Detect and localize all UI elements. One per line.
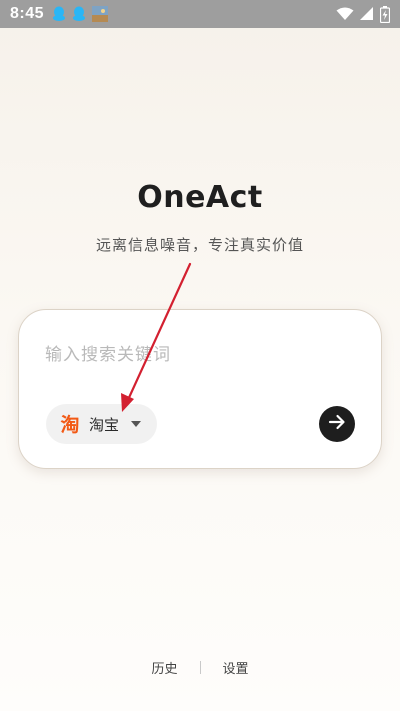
app-title: OneAct bbox=[137, 180, 263, 215]
footer-divider bbox=[199, 661, 201, 674]
search-engine-label: 淘宝 bbox=[89, 415, 120, 434]
status-notification-icons bbox=[52, 6, 109, 22]
search-go-button[interactable] bbox=[319, 406, 355, 442]
qq-icon bbox=[52, 6, 66, 22]
qq-icon bbox=[72, 6, 86, 22]
status-system-icons bbox=[336, 5, 390, 23]
battery-charging-icon bbox=[380, 5, 390, 23]
footer-nav: 历史 设置 bbox=[0, 658, 400, 677]
status-time: 8:45 bbox=[10, 5, 45, 22]
settings-link[interactable]: 设置 bbox=[219, 658, 253, 677]
search-input[interactable] bbox=[45, 338, 345, 372]
caret-down-icon bbox=[131, 421, 142, 427]
signal-icon bbox=[360, 7, 374, 21]
app-subtitle: 远离信息噪音，专注真实价值 bbox=[95, 236, 304, 254]
photo-thumbnail-icon bbox=[92, 6, 109, 22]
history-link[interactable]: 历史 bbox=[147, 658, 181, 677]
svg-text:淘: 淘 bbox=[60, 413, 79, 435]
taobao-icon: 淘 bbox=[59, 413, 81, 435]
search-card: 淘 淘宝 bbox=[18, 309, 382, 469]
wifi-icon bbox=[336, 7, 354, 21]
status-bar: 8:45 bbox=[0, 0, 400, 28]
arrow-right-icon bbox=[327, 412, 347, 436]
search-engine-selector[interactable]: 淘 淘宝 bbox=[46, 404, 157, 444]
